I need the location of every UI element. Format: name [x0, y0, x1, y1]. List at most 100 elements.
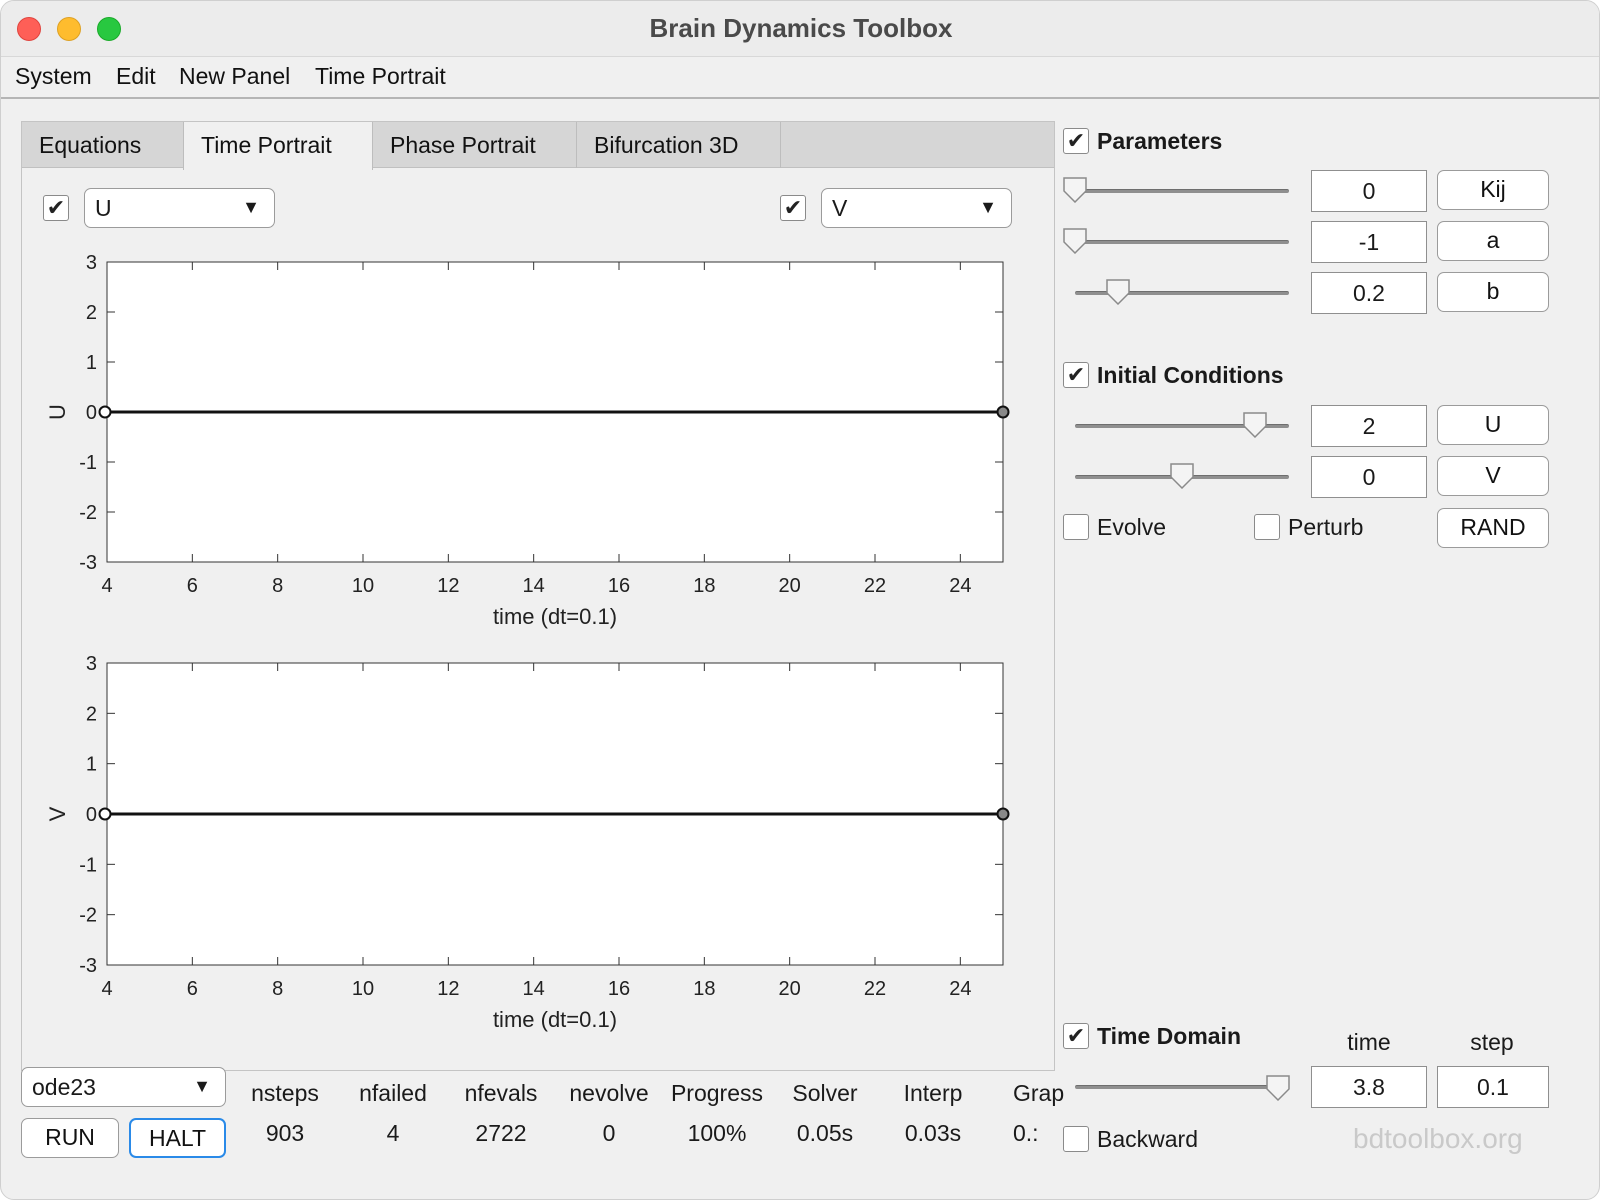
y-tick-label: -3	[79, 552, 97, 574]
evolve-label: Evolve	[1097, 514, 1167, 540]
menu-bar: System Edit New Panel Time Portrait	[1, 57, 1599, 99]
stat-value-nevolve: 0	[602, 1120, 616, 1146]
y-axis-label: U	[45, 404, 70, 420]
initial-condition-value-field-u[interactable]: 2	[1311, 405, 1427, 447]
x-tick-label: 6	[187, 978, 198, 1000]
y-tick-label: 3	[86, 653, 97, 675]
app-window: Brain Dynamics Toolbox System Edit New P…	[0, 0, 1600, 1200]
x-tick-label: 22	[864, 978, 886, 1000]
x-tick-label: 18	[693, 978, 715, 1000]
initial-condition-slider-thumb-v[interactable]	[1170, 463, 1194, 489]
x-tick-label: 20	[779, 978, 801, 1000]
x-tick-label: 16	[608, 575, 630, 597]
rand-button[interactable]: RAND	[1437, 508, 1549, 548]
parameter-button-a[interactable]: a	[1437, 221, 1549, 261]
x-tick-label: 22	[864, 575, 886, 597]
x-tick-label: 20	[779, 575, 801, 597]
parameter-value-field-a[interactable]: -1	[1311, 221, 1427, 263]
x-tick-label: 8	[272, 978, 283, 1000]
time-slider[interactable]	[1075, 1085, 1289, 1089]
parameters-checkbox[interactable]: ✔	[1063, 128, 1089, 154]
y-tick-label: 2	[86, 302, 97, 324]
y-tick-label: -3	[79, 955, 97, 977]
plot-v: 4 6 8 10 12 14 16 18 20 22 243210-1-2-3time (dt=0.…	[45, 653, 1010, 1032]
parameter-slider-thumb-a[interactable]	[1063, 228, 1087, 254]
start-point-marker	[98, 405, 112, 419]
watermark: bdtoolbox.org	[1353, 1123, 1523, 1154]
halt-button[interactable]: HALT	[129, 1118, 226, 1158]
step-header: step	[1470, 1029, 1514, 1055]
stat-header-solver: Solver	[792, 1080, 858, 1106]
time-value-field[interactable]: 3.8	[1311, 1066, 1427, 1108]
solver-select[interactable]: ode23 ▼	[21, 1067, 226, 1107]
x-tick-label: 14	[523, 575, 545, 597]
x-tick-label: 18	[693, 575, 715, 597]
stat-header-grap: Grap	[1013, 1080, 1065, 1106]
x-tick-label: 4	[101, 575, 112, 597]
parameter-value-field-b[interactable]: 0.2	[1311, 272, 1427, 314]
initial-condition-value-field-v[interactable]: 0	[1311, 456, 1427, 498]
time-domain-title: Time Domain	[1097, 1023, 1241, 1049]
parameter-slider-a[interactable]	[1075, 240, 1289, 244]
y-tick-label: 0	[86, 804, 97, 826]
x-tick-label: 4	[101, 978, 112, 1000]
display-panel: Equations Time Portrait Phase Portrait B…	[21, 121, 1055, 1071]
x-axis-label: time (dt=0.1)	[493, 604, 617, 629]
stat-value-progress: 100%	[687, 1120, 747, 1146]
initial-condition-button-u[interactable]: U	[1437, 405, 1549, 445]
backward-checkbox[interactable]	[1063, 1126, 1089, 1152]
evolve-checkbox[interactable]	[1063, 514, 1089, 540]
menu-edit[interactable]: Edit	[116, 63, 156, 90]
time-portrait-plots: 4 6 8 10 12 14 16 18 20 22 243210-1-2-3time (dt=0.…	[45, 252, 1010, 1032]
time-header: time	[1347, 1029, 1391, 1055]
time-domain-checkbox[interactable]: ✔	[1063, 1023, 1089, 1049]
x-tick-label: 14	[523, 978, 545, 1000]
parameters-title: Parameters	[1097, 128, 1223, 154]
x-tick-label: 24	[949, 978, 971, 1000]
x-tick-label: 24	[949, 575, 971, 597]
run-button[interactable]: RUN	[21, 1118, 119, 1158]
initial-condition-button-v[interactable]: V	[1437, 456, 1549, 496]
x-axis-label: time (dt=0.1)	[493, 1007, 617, 1032]
start-point-marker	[98, 807, 112, 821]
stat-header-progress: Progress	[670, 1080, 764, 1106]
stat-value-nsteps: 903	[265, 1120, 305, 1146]
menu-system[interactable]: System	[15, 63, 92, 90]
solver-method: ode23	[32, 1074, 96, 1100]
end-point-marker	[996, 405, 1010, 419]
stat-header-nevolve: nevolve	[569, 1080, 649, 1106]
stat-value-interp: 0.03s	[904, 1120, 962, 1146]
step-value-field[interactable]: 0.1	[1437, 1066, 1549, 1108]
y-tick-label: -1	[79, 854, 97, 876]
end-point-marker	[996, 807, 1010, 821]
plot-u: 4 6 8 10 12 14 16 18 20 22 243210-1-2-3time (dt=0.…	[45, 252, 1010, 629]
stat-header-nsteps: nsteps	[251, 1080, 319, 1106]
parameter-button-kij[interactable]: Kij	[1437, 170, 1549, 210]
stat-header-interp: Interp	[903, 1080, 963, 1106]
y-axis-label: V	[45, 806, 70, 821]
stat-value-nfevals: 2722	[475, 1120, 527, 1146]
stat-header-nfevals: nfevals	[464, 1080, 538, 1106]
parameter-button-b[interactable]: b	[1437, 272, 1549, 312]
y-tick-label: -1	[79, 452, 97, 474]
parameter-slider-kij[interactable]	[1075, 189, 1289, 193]
menu-new-panel[interactable]: New Panel	[179, 63, 290, 90]
y-tick-label: -2	[79, 502, 97, 524]
title-bar: Brain Dynamics Toolbox	[1, 1, 1599, 57]
y-tick-label: -2	[79, 905, 97, 927]
x-tick-label: 10	[352, 575, 374, 597]
time-slider-thumb[interactable]	[1266, 1075, 1291, 1101]
x-tick-label: 12	[437, 978, 459, 1000]
x-tick-label: 16	[608, 978, 630, 1000]
stat-value-nfailed: 4	[386, 1120, 400, 1146]
parameter-slider-thumb-kij[interactable]	[1063, 177, 1087, 203]
menu-time-portrait[interactable]: Time Portrait	[315, 63, 446, 90]
parameter-value-field-kij[interactable]: 0	[1311, 170, 1427, 212]
initial-condition-slider-thumb-u[interactable]	[1243, 412, 1267, 438]
y-tick-label: 3	[86, 252, 97, 274]
perturb-checkbox[interactable]	[1254, 514, 1280, 540]
y-tick-label: 0	[86, 402, 97, 424]
initial-conditions-checkbox[interactable]: ✔	[1063, 362, 1089, 388]
parameter-slider-thumb-b[interactable]	[1106, 279, 1130, 305]
y-tick-label: 2	[86, 703, 97, 725]
